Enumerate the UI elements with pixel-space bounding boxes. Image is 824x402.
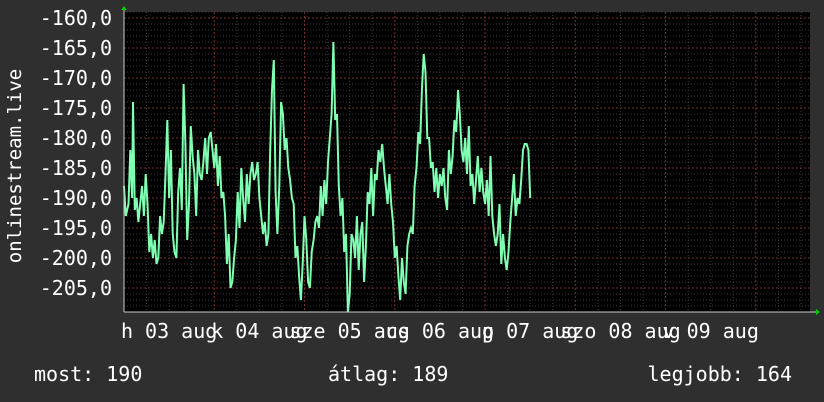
y-axis-arrow (121, 6, 127, 10)
y-tick-label: -165,0 (40, 36, 112, 60)
y-tick-label: -200,0 (40, 246, 112, 270)
stats-bar: most: 190 átlag: 189 legjobb: 164 (0, 362, 824, 390)
x-tick-label: v 09 aug (663, 319, 759, 343)
y-tick-label: -190,0 (40, 186, 112, 210)
y-tick-label: -160,0 (40, 6, 112, 30)
y-axis-ticks: -160,0 -165,0 -170,0 -175,0 -180,0 -185,0 -190… (40, 6, 112, 300)
chart: -160,0 -165,0 -170,0 -175,0 -180,0 -185,0 -190… (40, 6, 820, 343)
x-axis-ticks: h 03 augk 04 augsze 05 augcs 06 augp 07 … (121, 319, 759, 343)
y-tick-label: -195,0 (40, 216, 112, 240)
y-tick-label: -175,0 (40, 96, 112, 120)
x-tick-label: h 03 aug (121, 319, 217, 343)
stat-best: legjobb: 164 (647, 362, 793, 386)
x-tick-label: cs 06 aug (386, 319, 494, 343)
y-tick-label: -170,0 (40, 66, 112, 90)
x-axis-arrow (816, 309, 820, 315)
stat-current: most: 190 (34, 362, 143, 386)
y-tick-label: -205,0 (40, 276, 112, 300)
y-tick-label: -185,0 (40, 156, 112, 180)
stat-average: átlag: 189 (328, 362, 449, 386)
y-tick-label: -180,0 (40, 126, 112, 150)
